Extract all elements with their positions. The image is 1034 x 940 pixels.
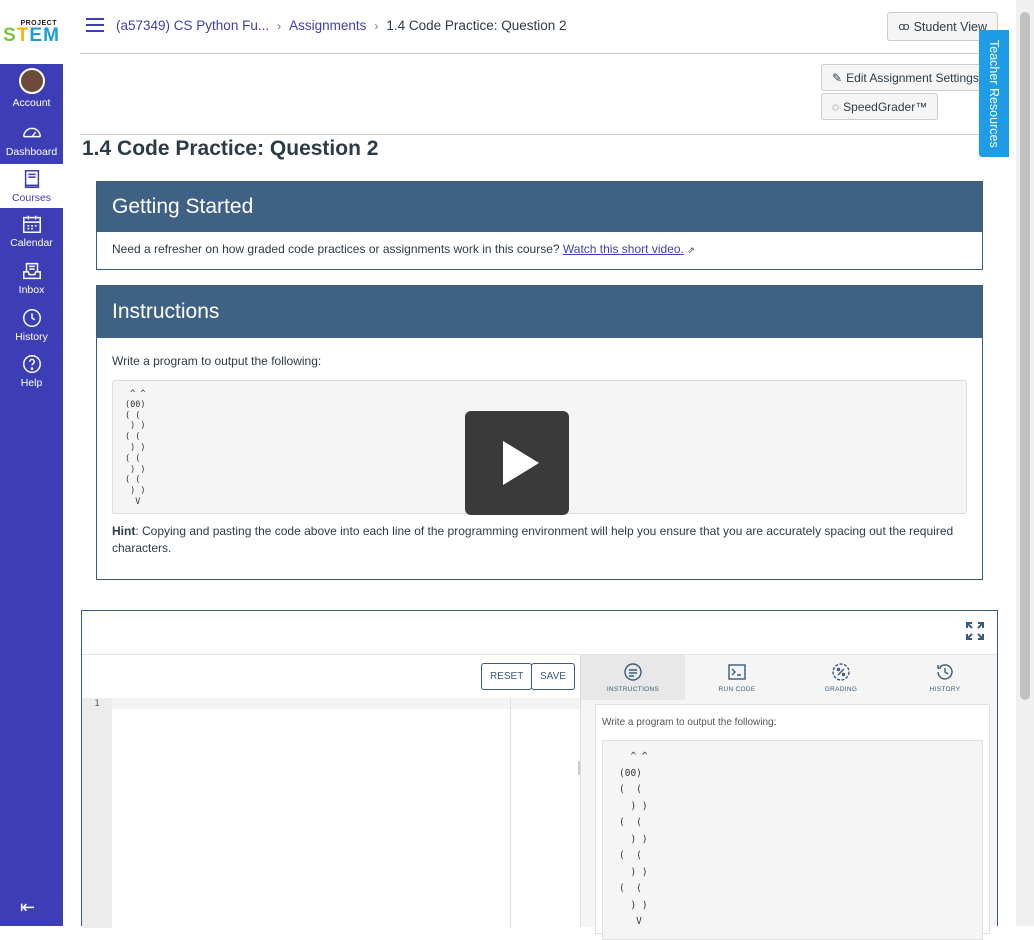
getting-started-text: Need a refresher on how graded code prac… xyxy=(112,242,560,256)
tab-instructions-label: INSTRUCTIONS xyxy=(606,686,660,693)
getting-started-body: Need a refresher on how graded code prac… xyxy=(97,232,982,266)
tab-run-code[interactable]: RUN CODE xyxy=(685,655,789,700)
getting-started-title: Getting Started xyxy=(97,182,982,232)
video-play-button[interactable] xyxy=(465,411,569,515)
getting-started-panel: Getting Started Need a refresher on how … xyxy=(96,181,983,270)
tab-history[interactable]: HISTORY xyxy=(893,655,997,700)
grading-icon xyxy=(832,663,850,681)
hint-paragraph: Hint: Copying and pasting the code above… xyxy=(112,523,967,557)
pencil-icon: ✎ xyxy=(832,70,843,85)
tab-history-label: HISTORY xyxy=(929,686,961,693)
nav-courses[interactable]: Courses xyxy=(0,164,63,208)
hint-label: Hint xyxy=(112,524,136,538)
history-icon xyxy=(937,664,953,680)
print-margin xyxy=(510,698,511,928)
code-editor-pane[interactable]: RESET SAVE 1 xyxy=(82,655,580,928)
divider xyxy=(80,134,998,135)
speedgrader-button[interactable]: ◌ SpeedGrader™ xyxy=(821,93,939,120)
tab-grading[interactable]: GRADING xyxy=(789,655,893,700)
edit-settings-label: Edit Assignment Settings xyxy=(846,70,979,85)
calendar-icon xyxy=(22,215,41,233)
nav-help-label: Help xyxy=(20,377,43,389)
student-view-label: Student View xyxy=(913,19,987,34)
breadcrumb-course[interactable]: (a57349) CS Python Fu... xyxy=(116,18,269,33)
nav-dashboard[interactable]: Dashboard xyxy=(0,122,63,158)
hint-text: : Copying and pasting the code above int… xyxy=(112,524,954,555)
history-icon xyxy=(22,309,41,327)
fullscreen-expand-icon[interactable] xyxy=(965,621,985,641)
nav-calendar[interactable]: Calendar xyxy=(0,213,63,249)
code-editor-widget: RESET SAVE 1 INSTRUCTIONS RUN CODE GRADI… xyxy=(81,610,998,940)
edit-assignment-settings-button[interactable]: ✎ Edit Assignment Settings xyxy=(821,64,990,91)
nav-calendar-label: Calendar xyxy=(10,237,53,249)
chevron-right-icon: › xyxy=(277,18,282,33)
dashboard-icon xyxy=(22,127,41,138)
page-title: 1.4 Code Practice: Question 2 xyxy=(82,137,379,160)
nav-history[interactable]: History xyxy=(0,307,63,343)
courses-icon xyxy=(24,170,39,188)
side-panel-content: Write a program to output the following:… xyxy=(595,704,990,940)
teacher-resources-tab[interactable]: Teacher Resources xyxy=(979,30,1009,157)
chevron-right-icon: › xyxy=(374,18,379,33)
instructions-prompt: Write a program to output the following: xyxy=(112,354,322,368)
global-nav: PROJECT STEM Account Dashboard Courses C… xyxy=(0,0,63,926)
line-number: 1 xyxy=(94,699,100,709)
speedgrader-label: SpeedGrader™ xyxy=(843,99,928,114)
watch-video-link[interactable]: Watch this short video. xyxy=(563,242,684,256)
project-stem-logo[interactable]: PROJECT STEM xyxy=(0,0,63,64)
side-panel: INSTRUCTIONS RUN CODE GRADING HISTORY Wr… xyxy=(580,655,997,940)
breadcrumb-assignments[interactable]: Assignments xyxy=(289,18,366,33)
nav-inbox[interactable]: Inbox xyxy=(0,260,63,296)
tab-instructions[interactable]: INSTRUCTIONS xyxy=(581,655,685,700)
line-number-gutter: 1 xyxy=(82,698,112,928)
save-button[interactable]: SAVE xyxy=(531,663,575,690)
logo-stem-text: STEM xyxy=(3,24,60,46)
play-icon xyxy=(503,441,539,485)
nav-dashboard-label: Dashboard xyxy=(5,146,58,158)
breadcrumb: (a57349) CS Python Fu... › Assignments ›… xyxy=(116,18,567,33)
page-scrollbar[interactable] xyxy=(1016,0,1034,926)
tab-run-code-label: RUN CODE xyxy=(718,686,756,693)
terminal-icon xyxy=(728,664,746,680)
speedgrader-icon: ◌ xyxy=(832,99,840,114)
side-panel-code-block: ^ ^ (00) ( ( ) ) ( ( ) ) ( ( ) ) ( ( ) )… xyxy=(602,740,983,940)
side-panel-prompt: Write a program to output the following: xyxy=(602,717,777,728)
nav-help[interactable]: Help xyxy=(0,353,63,389)
nav-inbox-label: Inbox xyxy=(18,284,45,296)
external-link-icon: ⇗ xyxy=(687,245,695,255)
inbox-icon xyxy=(22,262,41,280)
nav-account[interactable]: Account xyxy=(0,68,63,109)
tab-grading-label: GRADING xyxy=(824,686,858,693)
top-bar: (a57349) CS Python Fu... › Assignments ›… xyxy=(80,0,998,54)
glasses-icon: ꝏ xyxy=(898,21,910,33)
nav-account-label: Account xyxy=(12,97,51,109)
scrollbar-thumb[interactable] xyxy=(1020,12,1030,700)
side-panel-tabs: INSTRUCTIONS RUN CODE GRADING HISTORY xyxy=(581,655,997,700)
help-icon xyxy=(22,355,41,373)
hamburger-menu-icon[interactable] xyxy=(86,18,104,32)
breadcrumb-current: 1.4 Code Practice: Question 2 xyxy=(386,18,567,33)
avatar xyxy=(18,68,45,94)
instructions-icon xyxy=(624,663,642,681)
reset-button[interactable]: RESET xyxy=(481,663,533,690)
collapse-nav-icon[interactable]: ⇤ xyxy=(20,897,35,918)
instructions-title: Instructions xyxy=(97,286,982,338)
nav-history-label: History xyxy=(15,331,48,343)
nav-courses-label: Courses xyxy=(11,192,52,204)
